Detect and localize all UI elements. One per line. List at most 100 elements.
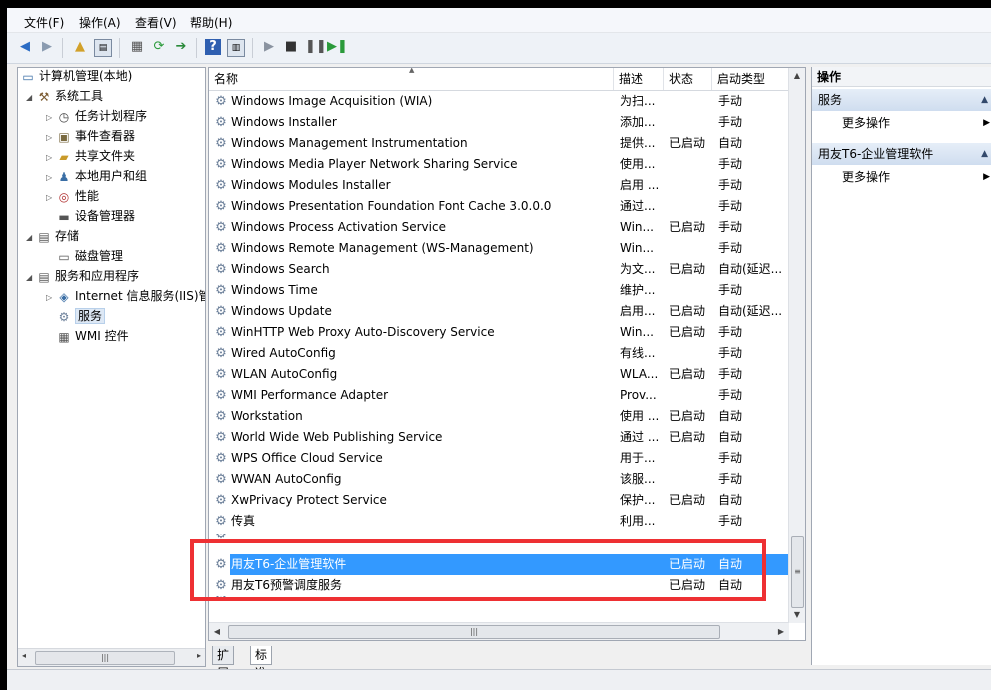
stop-service-icon[interactable]: ■ <box>283 39 299 55</box>
properties-icon[interactable]: ▦ <box>129 39 145 55</box>
action-more-actions[interactable]: 更多操作 ▶ <box>812 167 991 187</box>
tree-item-task-scheduler[interactable]: ▷ ◷ 任务计划程序 <box>46 106 147 126</box>
table-row[interactable]: ⚙ Windows Management Instrumentation 提供...… <box>209 133 789 154</box>
show-hide-tree-icon[interactable]: ▤ <box>94 39 112 57</box>
export-list-icon[interactable]: ➔ <box>173 39 189 55</box>
wmi-icon: ▦ <box>58 329 70 344</box>
table-row[interactable]: ⚙ Windows Image Acquisition (WIA) 为扫... 手动 <box>209 91 789 112</box>
action-item-label: 更多操作 <box>842 116 891 130</box>
scroll-left-arrow-icon[interactable]: ◂ <box>22 651 26 660</box>
table-row[interactable]: ⚙ Windows Remote Management (WS-Managemen… <box>209 238 789 259</box>
tools-icon: ⚒ <box>38 89 50 104</box>
service-description: 该服... <box>620 472 656 486</box>
tree-item-performance[interactable]: ▷ ◎ 性能 <box>46 186 99 206</box>
scroll-down-arrow-icon[interactable]: ▼ <box>789 607 805 623</box>
tree-item-iis[interactable]: ▷ ◈ Internet 信息服务(IIS)管 <box>46 286 205 308</box>
gear-icon: ⚙ <box>215 367 227 382</box>
tree-item-event-viewer[interactable]: ▷ ▣ 事件查看器 <box>46 126 135 146</box>
tree-item-storage[interactable]: ◢ ▤ 存储 <box>26 226 79 246</box>
table-row[interactable]: ⚙ Windows Modules Installer 启用 ... 手动 <box>209 175 789 196</box>
collapse-arrow-icon[interactable]: ◢ <box>26 88 36 108</box>
help-icon[interactable]: ? <box>205 39 221 55</box>
table-row[interactable]: ⚙ XwPrivacy Protect Service 保护... 已启动 自动 <box>209 490 789 511</box>
service-startup: 手动 <box>718 325 743 339</box>
table-row[interactable]: ⚙ World Wide Web Publishing Service 通过 ...… <box>209 427 789 448</box>
tree-item-disk-management[interactable]: ▭ 磁盘管理 <box>56 246 123 266</box>
restart-service-icon[interactable]: ▶❚ <box>327 39 348 55</box>
tree-item-computer-management[interactable]: ▭ 计算机管理(本地) <box>20 68 132 86</box>
table-row[interactable]: ⚙ WMI Performance Adapter Prov... 手动 <box>209 385 789 406</box>
column-header-startup-type[interactable]: 启动类型 <box>712 68 789 90</box>
up-folder-icon[interactable]: ▲ <box>72 39 88 55</box>
table-row[interactable]: ⚙ Windows Installer 添加... 手动 <box>209 112 789 133</box>
tab-extended[interactable]: 扩展 <box>212 646 235 680</box>
expand-arrow-icon[interactable]: ▷ <box>46 128 56 148</box>
table-row[interactable]: ⚙ Workstation 使用 ... 已启动 自动 <box>209 406 789 427</box>
tree-item-services-apps[interactable]: ◢ ▤ 服务和应用程序 <box>26 266 139 286</box>
back-arrow-icon[interactable]: ◀ <box>17 39 33 55</box>
table-row[interactable]: ⚙ Wired AutoConfig 有线... 手动 <box>209 343 789 364</box>
list-vertical-scrollbar[interactable]: ▲ ≡ ▼ <box>788 68 805 623</box>
scrollbar-thumb[interactable]: ≡ <box>791 536 804 608</box>
action-group-selected-service[interactable]: 用友T6-企业管理软件 ▲ <box>812 143 991 165</box>
table-row[interactable]: ⚙ WWAN AutoConfig 该服... 手动 <box>209 469 789 490</box>
refresh-icon[interactable]: ⟳ <box>151 39 167 55</box>
expand-arrow-icon[interactable]: ▷ <box>46 288 56 308</box>
service-startup: 自动 <box>718 409 743 423</box>
gear-icon: ⚙ <box>58 309 70 324</box>
collapse-up-icon[interactable]: ▲ <box>981 89 988 111</box>
collapse-up-icon[interactable]: ▲ <box>981 143 988 165</box>
list-horizontal-scrollbar[interactable]: ◀ ||| ▶ <box>209 622 789 640</box>
menu-action[interactable]: 操作(A) <box>79 14 121 31</box>
expand-arrow-icon[interactable]: ▷ <box>46 108 56 128</box>
table-row[interactable]: ⚙ WLAN AutoConfig WLA... 已启动 手动 <box>209 364 789 385</box>
menu-file[interactable]: 文件(F) <box>24 14 64 31</box>
table-row[interactable]: ⚙ Windows Update 启用... 已启动 自动(延迟... <box>209 301 789 322</box>
action-more-actions[interactable]: 更多操作 ▶ <box>812 113 991 133</box>
service-name: WLAN AutoConfig <box>231 367 338 381</box>
table-row[interactable]: ⚙ Windows Process Activation Service Win..… <box>209 217 789 238</box>
folder-icon: ▰ <box>59 149 69 164</box>
table-row[interactable]: ⚙ Windows Presentation Foundation Font Ca… <box>209 196 789 217</box>
scroll-right-arrow-icon[interactable]: ▸ <box>197 651 201 660</box>
table-row[interactable]: ⚙ Windows Search 为文... 已启动 自动(延迟... <box>209 259 789 280</box>
device-icon: ▬ <box>58 209 70 224</box>
collapse-arrow-icon[interactable]: ◢ <box>26 268 36 288</box>
tree-item-shared-folders[interactable]: ▷ ▰ 共享文件夹 <box>46 146 135 166</box>
expand-arrow-icon[interactable]: ▷ <box>46 148 56 168</box>
scrollbar-thumb[interactable]: ||| <box>35 651 175 665</box>
action-group-services[interactable]: 服务 ▲ <box>812 89 991 111</box>
tree-horizontal-scrollbar[interactable]: ◂ ||| ▸ <box>18 648 205 666</box>
collapse-arrow-icon[interactable]: ◢ <box>26 228 36 248</box>
tree-item-services[interactable]: ⚙ 服务 <box>56 306 106 326</box>
tree-item-local-users[interactable]: ▷ ♟ 本地用户和组 <box>46 166 147 186</box>
table-row[interactable]: ⚙ WPS Office Cloud Service 用于... 手动 <box>209 448 789 469</box>
scrollbar-thumb[interactable]: ||| <box>228 625 720 639</box>
table-row[interactable]: ⚙ WinHTTP Web Proxy Auto-Discovery Servic… <box>209 322 789 343</box>
action-pane-toggle-icon[interactable]: ▥ <box>227 39 245 57</box>
scroll-right-arrow-icon[interactable]: ▶ <box>773 623 789 640</box>
expand-arrow-icon[interactable]: ▷ <box>46 188 56 208</box>
menu-help[interactable]: 帮助(H) <box>190 14 232 31</box>
forward-arrow-icon[interactable]: ▶ <box>39 39 55 55</box>
start-service-icon[interactable]: ▶ <box>261 39 277 55</box>
expand-arrow-icon[interactable]: ▷ <box>46 168 56 188</box>
tree-item-device-manager[interactable]: ▬ 设备管理器 <box>56 206 135 226</box>
column-header-description[interactable]: 描述 <box>614 68 664 90</box>
table-row[interactable]: ⚙ 传真 利用... 手动 <box>209 511 789 532</box>
actions-pane: 操作 服务 ▲ 更多操作 ▶ 用友T6-企业管理软件 ▲ 更多操作 ▶ <box>811 67 991 665</box>
tree-item-system-tools[interactable]: ◢ ⚒ 系统工具 <box>26 86 103 106</box>
pause-service-icon[interactable]: ❚❚ <box>305 39 327 55</box>
service-status: 已启动 <box>669 325 706 339</box>
menu-view[interactable]: 查看(V) <box>135 14 177 31</box>
tab-standard[interactable]: 标准 <box>250 646 273 680</box>
table-row[interactable]: ⚙ Windows Time 维护... 手动 <box>209 280 789 301</box>
scroll-up-arrow-icon[interactable]: ▲ <box>789 68 805 84</box>
scroll-left-arrow-icon[interactable]: ◀ <box>209 623 225 640</box>
service-name: Windows Installer <box>231 115 337 129</box>
gear-icon: ⚙ <box>215 94 227 109</box>
tree-item-wmi[interactable]: ▦ WMI 控件 <box>56 326 128 346</box>
table-row[interactable]: ⚙ Windows Media Player Network Sharing Se… <box>209 154 789 175</box>
service-startup: 手动 <box>718 346 743 360</box>
column-header-status[interactable]: 状态 <box>664 68 712 90</box>
